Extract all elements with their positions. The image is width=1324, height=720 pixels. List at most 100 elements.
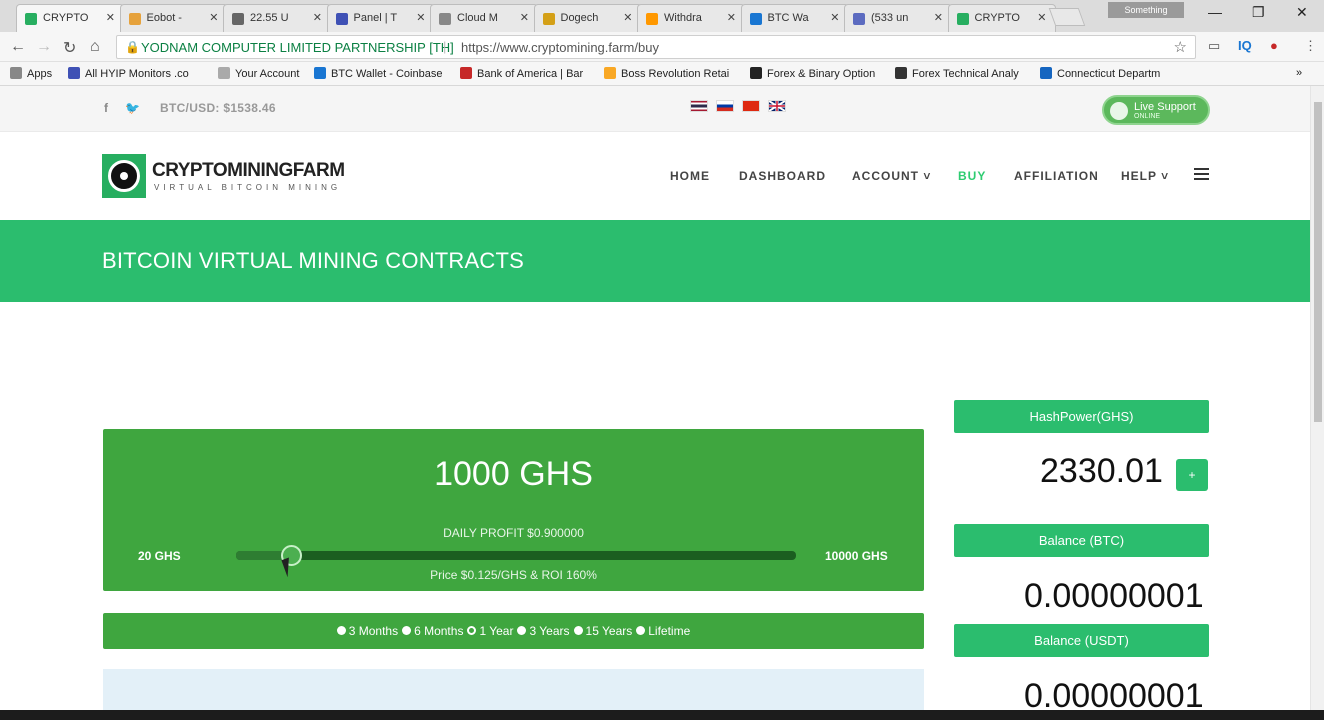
ghs-slider-track[interactable] [236, 545, 796, 566]
period-option[interactable]: 1 Year [467, 624, 513, 638]
selected-ghs-value: 1000 GHS [434, 455, 593, 493]
browser-tab[interactable]: Eobot - ✕ [119, 4, 228, 32]
bookmark-item[interactable]: All HYIP Monitors .co [68, 67, 189, 80]
bookmark-item[interactable]: Connecticut Departm [1040, 67, 1160, 80]
bookmark-favicon-icon [750, 67, 762, 79]
nav-item[interactable]: BUY [958, 169, 986, 183]
minimize-icon[interactable]: — [1208, 4, 1222, 20]
tab-close-icon[interactable]: ✕ [209, 11, 218, 24]
nav-item[interactable]: DASHBOARD [739, 169, 826, 183]
nav-item[interactable]: HELP ˅ [1121, 169, 1169, 183]
radio-button-icon[interactable] [517, 626, 527, 635]
back-icon[interactable]: ← [10, 38, 26, 56]
period-option[interactable]: 15 Years [573, 624, 632, 638]
tab-favicon-icon [232, 13, 244, 25]
bookmark-label: Bank of America | Bar [477, 68, 584, 80]
bookmark-item[interactable]: Bank of America | Bar [460, 67, 583, 80]
browser-menu-icon[interactable]: ⋮ [1304, 38, 1317, 54]
radio-button-icon[interactable] [336, 626, 346, 635]
nav-item[interactable]: HOME [670, 169, 710, 183]
page-scrollbar[interactable] [1310, 86, 1324, 710]
bookmark-item[interactable]: Boss Revolution Retai [604, 67, 729, 80]
browser-tab[interactable]: 22.55 U ✕ [223, 4, 331, 32]
url-text[interactable]: https://www.cryptomining.farm/buy [461, 40, 659, 55]
add-hashpower-button[interactable]: + [1176, 459, 1208, 491]
bookmark-favicon-icon [218, 67, 230, 79]
tab-close-icon[interactable]: ✕ [830, 11, 839, 24]
browser-tab[interactable]: Dogech ✕ [533, 4, 642, 32]
profile-button[interactable]: Something [1108, 2, 1184, 18]
period-option[interactable]: 6 Months [402, 624, 463, 638]
period-option[interactable]: 3 Years [517, 624, 570, 638]
new-tab-button[interactable] [1048, 8, 1086, 26]
twitter-icon[interactable]: 🐦 [125, 101, 140, 115]
browser-tab[interactable]: (533 un ✕ [844, 4, 952, 32]
bookmark-favicon-icon [604, 67, 616, 79]
russian-flag-icon[interactable] [716, 100, 734, 112]
browser-tab[interactable]: Panel | T ✕ [326, 4, 435, 32]
tab-close-icon[interactable]: ✕ [1037, 11, 1046, 24]
thai-flag-icon[interactable] [690, 100, 708, 112]
facebook-icon[interactable]: f [104, 101, 108, 115]
bookmark-label: Boss Revolution Retai [621, 68, 730, 80]
restore-icon[interactable]: ❐ [1252, 4, 1265, 21]
content-panel [103, 669, 924, 710]
address-bar[interactable]: 🔒 YODNAM COMPUTER LIMITED PARTNERSHIP [T… [116, 35, 1196, 59]
chinese-flag-icon[interactable] [742, 100, 760, 112]
hashpower-value: 2330.01 [1040, 452, 1163, 490]
bookmark-item[interactable]: Apps [10, 67, 52, 80]
adblock-extension-icon[interactable]: ● [1270, 38, 1278, 53]
nav-item[interactable]: AFFILIATION [1014, 169, 1099, 183]
tab-close-icon[interactable]: ✕ [313, 11, 322, 24]
bookmark-favicon-icon [10, 67, 22, 79]
bookmark-item[interactable]: Forex & Binary Option [750, 67, 875, 80]
balance-usdt-label: Balance (USDT) [954, 624, 1209, 657]
more-bookmarks-icon[interactable]: » [1296, 67, 1302, 79]
tab-close-icon[interactable]: ✕ [934, 11, 943, 24]
bookmark-star-icon[interactable]: ☆ [1174, 38, 1187, 56]
logo-tagline: VIRTUAL BITCOIN MINING [154, 183, 342, 192]
browser-tab[interactable]: CRYPTO ✕ [947, 4, 1056, 32]
radio-button-icon[interactable] [467, 626, 477, 635]
home-icon[interactable]: ⌂ [90, 38, 100, 56]
tab-label: Panel | T [353, 12, 398, 24]
forward-icon[interactable]: → [36, 38, 52, 56]
browser-tab[interactable]: Cloud M ✕ [430, 4, 538, 32]
uk-flag-icon[interactable] [768, 100, 786, 112]
period-option[interactable]: Lifetime [636, 624, 690, 638]
radio-button-icon[interactable] [573, 626, 583, 635]
nav-item[interactable]: ACCOUNT ˅ [852, 169, 931, 183]
tab-label: CRYPTO [43, 12, 89, 24]
daily-profit: DAILY PROFIT $0.900000 [443, 526, 584, 540]
tab-favicon-icon [439, 13, 451, 25]
tab-favicon-icon [128, 13, 141, 25]
live-support-button[interactable]: Live Support ONLINE [1102, 95, 1210, 125]
period-label: 3 Years [529, 624, 570, 638]
radio-button-icon[interactable] [402, 626, 412, 635]
bookmark-item[interactable]: Your Account [218, 67, 299, 80]
cast-icon[interactable]: ▭ [1208, 38, 1220, 54]
bookmark-item[interactable]: BTC Wallet - Coinbase [314, 67, 442, 80]
tab-close-icon[interactable]: ✕ [623, 11, 632, 24]
tab-favicon-icon [646, 13, 658, 25]
price-roi: Price $0.125/GHS & ROI 160% [430, 568, 597, 582]
close-window-icon[interactable]: ✕ [1296, 4, 1308, 21]
tab-close-icon[interactable]: ✕ [416, 11, 425, 24]
browser-tab[interactable]: BTC Wa ✕ [740, 4, 849, 32]
radio-button-icon[interactable] [636, 626, 646, 635]
live-support-label: Live Support [1134, 101, 1196, 113]
tab-close-icon[interactable]: ✕ [520, 11, 529, 24]
logo-name[interactable]: CRYPTOMININGFARM [152, 160, 345, 182]
logo-icon[interactable] [102, 154, 146, 198]
tab-close-icon[interactable]: ✕ [106, 11, 115, 24]
reload-icon[interactable]: ↻ [63, 38, 76, 58]
browser-tab[interactable]: CRYPTO ✕ [16, 4, 124, 32]
scrollbar-thumb[interactable] [1314, 102, 1322, 422]
iq-extension-icon[interactable]: IQ [1238, 38, 1252, 53]
bookmark-item[interactable]: Forex Technical Analy [895, 67, 1019, 80]
period-option[interactable]: 3 Months [336, 624, 398, 638]
chat-icon [1110, 102, 1128, 120]
hamburger-menu-icon[interactable] [1194, 168, 1209, 180]
tab-close-icon[interactable]: ✕ [727, 11, 736, 24]
browser-tab[interactable]: Withdra ✕ [637, 4, 745, 32]
